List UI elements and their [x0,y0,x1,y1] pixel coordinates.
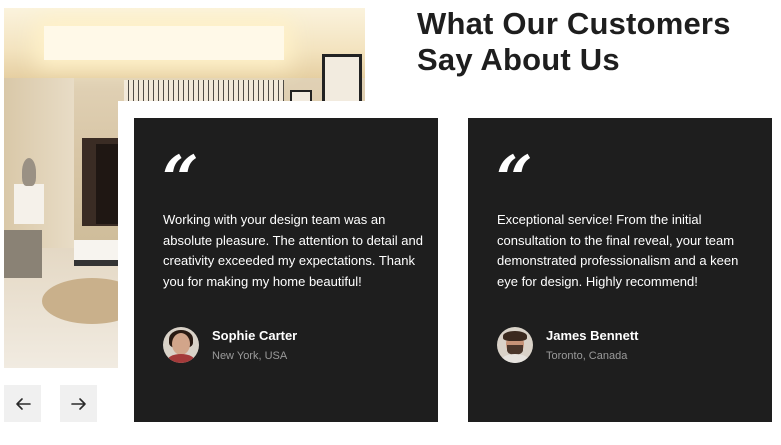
heading-line-2: Say About Us [417,42,620,77]
previous-button[interactable] [4,385,41,422]
section-heading: What Our Customers Say About Us [417,6,777,78]
photo-side-table [14,184,44,224]
author-location: Toronto, Canada [546,350,628,362]
heading-line-1: What Our Customers [417,6,731,41]
testimonial-text: Exceptional service! From the initial co… [497,212,739,289]
photo-door [96,144,118,224]
photo-ceiling-light [44,26,284,60]
testimonial-text: Working with your design team was an abs… [163,212,423,289]
arrow-left-icon [15,397,31,410]
author-name: James Bennett [546,328,639,343]
author-name: Sophie Carter [212,328,298,343]
author-location: New York, USA [212,350,288,362]
avatar [497,327,533,363]
photo-sofa [4,230,42,278]
next-button[interactable] [60,385,97,422]
avatar [163,327,199,363]
photo-vase [22,158,36,186]
testimonial-card: “ Working with your design team was an a… [134,118,438,422]
testimonial-card: “ Exceptional service! From the initial … [468,118,772,422]
arrow-right-icon [70,397,86,410]
quote-icon: “ [162,142,199,217]
quote-icon: “ [496,142,533,217]
